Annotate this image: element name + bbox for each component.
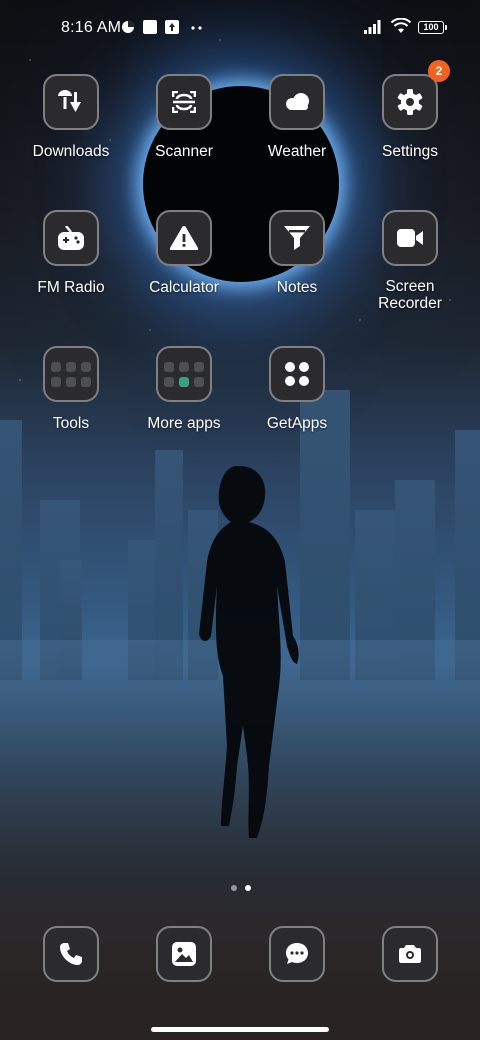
app-label: Notes: [276, 279, 318, 296]
app-calculator[interactable]: Calculator: [128, 210, 240, 297]
dock-gallery[interactable]: [128, 926, 240, 982]
app-fm-radio[interactable]: FM Radio: [15, 210, 127, 297]
app-label: Screen Recorder: [378, 278, 442, 312]
weather-icon[interactable]: [269, 74, 325, 130]
gallery-icon[interactable]: [156, 926, 212, 982]
app-weather[interactable]: Weather: [241, 74, 353, 161]
gear-icon[interactable]: 2: [382, 60, 450, 130]
app-label: Weather: [267, 143, 327, 160]
app-downloads[interactable]: Downloads: [15, 74, 127, 161]
app-settings[interactable]: 2 Settings: [354, 60, 466, 161]
folder-icon[interactable]: [156, 346, 212, 402]
more-dots-icon: [191, 26, 202, 30]
data-saver-icon: [122, 21, 134, 33]
app-label: Downloads: [32, 143, 110, 160]
page-dot-active[interactable]: [245, 885, 251, 891]
app-label: Settings: [381, 143, 438, 160]
getapps-icon[interactable]: [269, 346, 325, 402]
dock-camera[interactable]: [354, 926, 466, 982]
app-label: More apps: [147, 415, 221, 432]
app-label: FM Radio: [37, 279, 105, 296]
page-indicator[interactable]: [227, 878, 255, 896]
status-bar: 8:16 AM 100: [0, 14, 480, 42]
video-camera-icon[interactable]: [382, 210, 438, 266]
wifi-icon: [391, 18, 411, 33]
chat-icon[interactable]: [269, 926, 325, 982]
wallpaper-city: [0, 390, 480, 680]
battery-icon: 100: [418, 21, 447, 34]
notification-badge: 2: [428, 60, 450, 82]
clock: 8:16 AM: [61, 19, 122, 36]
dock-phone[interactable]: [15, 926, 127, 982]
upload-icon: [165, 20, 179, 34]
app-screen-recorder[interactable]: Screen Recorder: [354, 210, 466, 312]
downloads-icon[interactable]: [43, 74, 99, 130]
wallpaper-silhouette: [199, 466, 299, 838]
notification-square-icon: [143, 20, 157, 34]
camera-icon[interactable]: [382, 926, 438, 982]
signal-icon: [364, 20, 381, 34]
app-label: Tools: [52, 415, 90, 432]
scanner-icon[interactable]: [156, 74, 212, 130]
page-dot[interactable]: [231, 885, 237, 891]
app-scanner[interactable]: Scanner: [128, 74, 240, 161]
app-getapps[interactable]: GetApps: [241, 346, 353, 433]
folder-tools[interactable]: Tools: [15, 346, 127, 433]
radio-icon[interactable]: [43, 210, 99, 266]
warning-icon[interactable]: [156, 210, 212, 266]
funnel-icon[interactable]: [269, 210, 325, 266]
folder-icon[interactable]: [43, 346, 99, 402]
phone-icon[interactable]: [43, 926, 99, 982]
app-label: GetApps: [266, 415, 328, 432]
app-label: Calculator: [149, 279, 219, 296]
app-label: Scanner: [155, 143, 213, 160]
dock-messages[interactable]: [241, 926, 353, 982]
home-indicator[interactable]: [151, 1027, 329, 1032]
battery-level: 100: [423, 22, 439, 32]
app-notes[interactable]: Notes: [241, 210, 353, 297]
folder-more-apps[interactable]: More apps: [128, 346, 240, 433]
